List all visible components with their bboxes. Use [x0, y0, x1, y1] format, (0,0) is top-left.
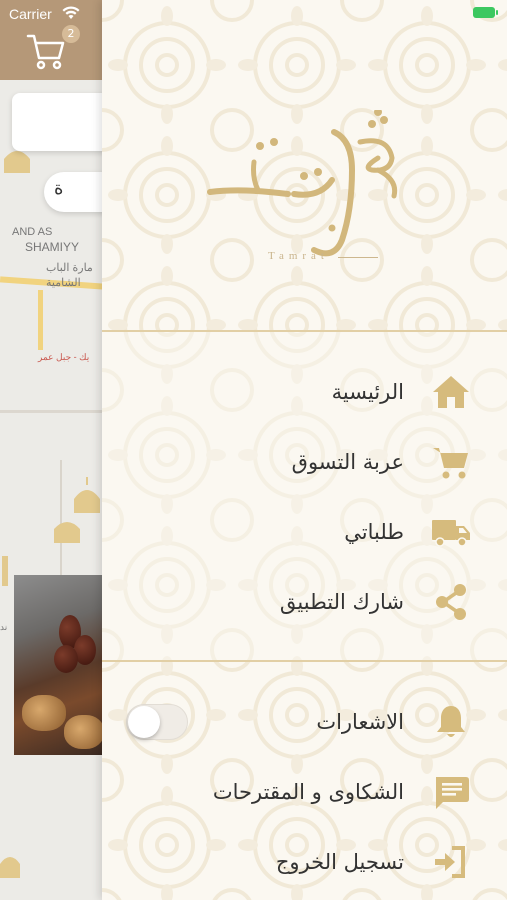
menu-item-label: الشكاوى و المقترحات	[212, 780, 404, 804]
status-carrier: Carrier	[9, 6, 52, 22]
menu-item-complaints[interactable]: الشكاوى و المقترحات	[102, 767, 507, 817]
cart-icon	[433, 448, 468, 479]
tamrat-logo	[207, 110, 398, 257]
menu-item-label: شارك التطبيق	[279, 590, 404, 614]
menu-item-home[interactable]: الرئيسية	[102, 367, 507, 417]
mosque-icon	[0, 857, 20, 878]
side-drawer: Tamrat الرئيسية عربة التسوق طلباتي شارك …	[102, 0, 507, 900]
wifi-icon	[62, 6, 80, 19]
menu-item-cart[interactable]: عربة التسوق	[102, 437, 507, 487]
address-card[interactable]	[12, 93, 104, 151]
logo-underline	[338, 257, 378, 258]
cart-count-badge: 2	[62, 25, 80, 43]
divider	[102, 660, 507, 662]
truck-icon	[432, 520, 470, 547]
share-icon	[436, 584, 466, 620]
bell-icon	[437, 706, 465, 737]
background-header: Carrier 2	[0, 0, 104, 80]
menu-item-label: طلباتي	[344, 520, 404, 544]
menu-item-label: الاشعارات	[316, 710, 404, 734]
message-icon	[436, 777, 469, 809]
menu-item-label: تسجيل الخروج	[275, 850, 404, 874]
header-cart-icon[interactable]	[26, 32, 66, 70]
menu-item-share-app[interactable]: شارك التطبيق	[102, 577, 507, 627]
menu-item-label: الرئيسية	[331, 380, 404, 404]
logo-latin-text: Tamrat	[268, 250, 329, 262]
map-label: مارة الباب	[46, 262, 93, 274]
background-screen: Carrier 2 AND AS SHAMIYY مارة الباب الشا…	[0, 0, 104, 900]
logout-icon	[435, 846, 465, 878]
divider	[102, 330, 507, 332]
menu-item-label: عربة التسوق	[291, 450, 404, 474]
menu-item-logout[interactable]: تسجيل الخروج	[102, 837, 507, 887]
map-label: يك - جبل عمر	[38, 352, 90, 362]
map-label: ند	[0, 622, 8, 632]
notifications-toggle[interactable]	[126, 704, 188, 740]
menu-item-orders[interactable]: طلباتي	[102, 507, 507, 557]
home-icon	[433, 376, 469, 408]
search-input[interactable]: ة	[44, 172, 104, 212]
toggle-knob	[128, 706, 160, 738]
product-image[interactable]	[14, 575, 104, 755]
battery-icon	[473, 7, 498, 18]
search-card[interactable]: ة	[12, 160, 104, 230]
map-label: الشامية	[46, 277, 81, 289]
mosque-icon	[54, 522, 80, 543]
map-label: SHAMIYY	[25, 240, 80, 254]
menu-item-notifications: الاشعارات	[102, 697, 507, 747]
